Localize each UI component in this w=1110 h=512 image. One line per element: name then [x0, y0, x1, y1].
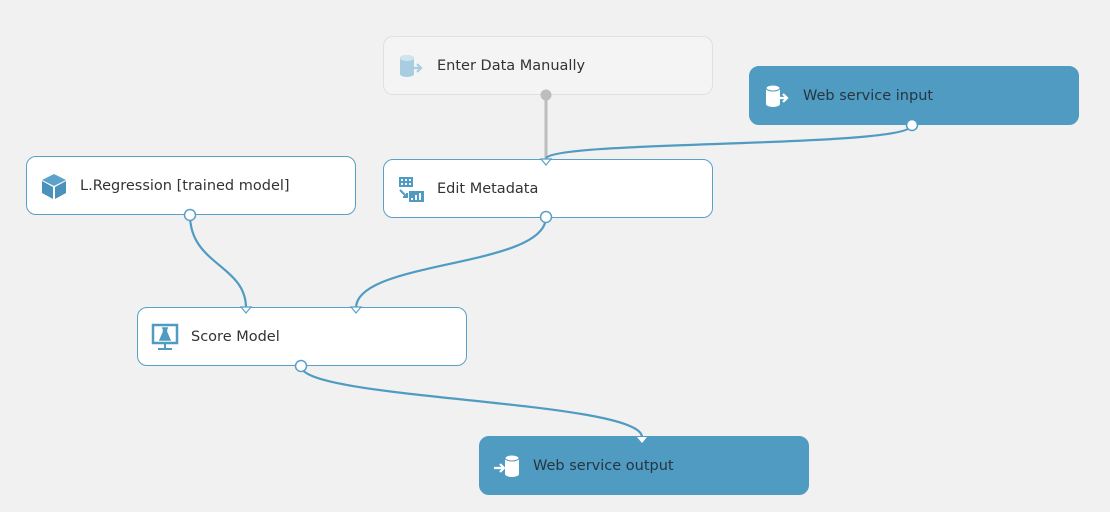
node-score-model[interactable]: Score Model — [137, 307, 467, 366]
experiment-canvas[interactable]: Enter Data Manually Web service input L.… — [0, 0, 1110, 512]
node-label: Edit Metadata — [437, 180, 539, 197]
database-export-icon — [396, 51, 426, 81]
connection-edit-metadata-to-score-model[interactable] — [354, 216, 548, 309]
node-edit-metadata[interactable]: Edit Metadata — [383, 159, 713, 218]
connection-score-model-to-web-output[interactable] — [299, 365, 644, 438]
node-label: Enter Data Manually — [437, 57, 586, 74]
database-export-icon — [762, 81, 792, 111]
node-label: Score Model — [191, 328, 280, 345]
database-import-icon — [492, 451, 522, 481]
node-web-service-input[interactable]: Web service input — [749, 66, 1079, 125]
node-label: L.Regression [trained model] — [80, 177, 290, 194]
edit-metadata-icon — [396, 174, 426, 204]
connection-web-input-to-edit-metadata[interactable] — [545, 123, 914, 159]
node-label: Web service output — [533, 457, 674, 474]
score-model-icon — [150, 322, 180, 352]
node-lregression-trained-model[interactable]: L.Regression [trained model] — [26, 156, 356, 215]
node-enter-data-manually[interactable]: Enter Data Manually — [383, 36, 713, 95]
node-web-service-output[interactable]: Web service output — [479, 436, 809, 495]
connection-lregression-to-score-model[interactable] — [188, 214, 248, 309]
node-label: Web service input — [803, 87, 934, 104]
cube-icon — [39, 171, 69, 201]
